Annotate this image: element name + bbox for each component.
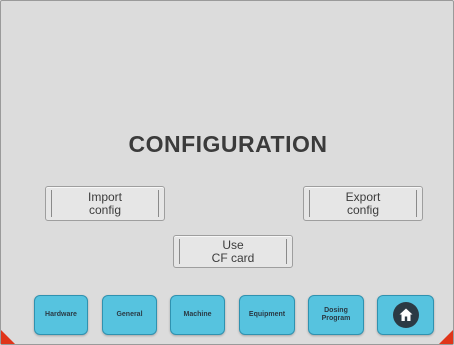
export-config-label-line2: config [346, 202, 380, 217]
corner-accent-left [1, 330, 15, 344]
use-cf-card-button[interactable]: Use CF card [173, 235, 293, 268]
tab-general[interactable]: General [102, 295, 157, 335]
tab-dosing-program-label: Dosing Program [321, 307, 351, 322]
export-config-label-line1: Export [345, 189, 381, 204]
tab-machine[interactable]: Machine [170, 295, 225, 335]
export-config-button[interactable]: Export config [303, 186, 423, 221]
corner-accent-right [439, 330, 453, 344]
tab-equipment[interactable]: Equipment [239, 295, 295, 335]
import-config-label-line2: config [88, 202, 121, 217]
home-icon [392, 302, 419, 328]
tab-dosing-program[interactable]: Dosing Program [308, 295, 364, 335]
use-cf-card-label-line2: CF card [211, 250, 255, 265]
import-config-button[interactable]: Import config [45, 186, 165, 221]
tab-machine-label: Machine [183, 311, 212, 318]
home-button[interactable] [377, 295, 434, 335]
import-config-label-line1: Import [87, 189, 122, 204]
page-title: CONFIGURATION [128, 131, 328, 157]
tab-general-label: General [116, 311, 143, 318]
configuration-screen: CONFIGURATION Import config Export confi… [0, 0, 454, 345]
use-cf-card-label-line1: Use [222, 237, 244, 252]
tab-equipment-label: Equipment [248, 311, 286, 318]
tab-hardware[interactable]: Hardware [34, 295, 88, 335]
tab-hardware-label: Hardware [45, 311, 77, 318]
